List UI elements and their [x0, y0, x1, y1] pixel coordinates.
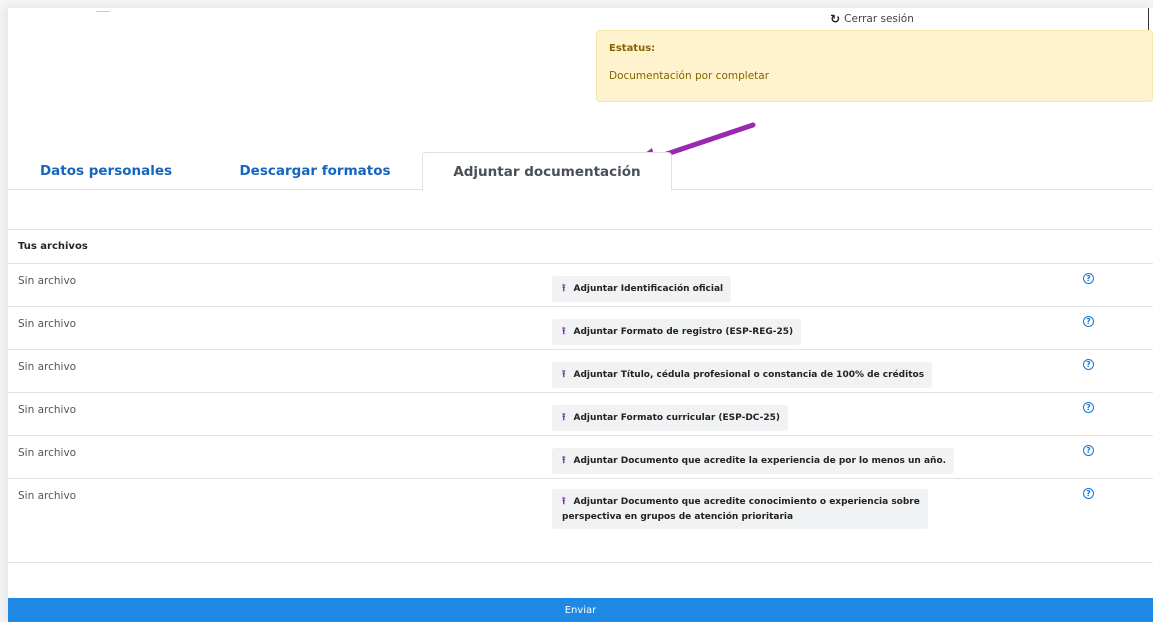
- upload-icon: ⭱: [562, 496, 566, 507]
- attach-button-label: Adjuntar Formato de registro (ESP-REG-25…: [573, 327, 794, 337]
- submit-button[interactable]: Enviar: [8, 598, 1153, 622]
- status-value: Documentación por completar: [609, 70, 770, 82]
- attach-experiencia-button[interactable]: ⭱ Adjuntar Documento que acredite la expe…: [552, 448, 955, 474]
- file-status: Sin archivo: [18, 275, 77, 287]
- logout-icon: ↻: [830, 12, 841, 26]
- help-icon[interactable]: ?: [1083, 488, 1094, 499]
- upload-icon: ⭱: [562, 283, 566, 294]
- page: ↻ Cerrar sesión Estatus: Documentación p…: [8, 8, 1153, 622]
- status-title: Estatus:: [609, 43, 656, 54]
- attach-button-label: Adjuntar Formato curricular (ESP-DC-25): [573, 413, 780, 423]
- table-row: Sin archivo ⭱ Adjuntar Formato de registr…: [8, 307, 1153, 350]
- files-table: Tus archivos Sin archivo ⭱ Adjuntar Ident…: [8, 229, 1153, 563]
- table-row: Sin archivo ⭱ Adjuntar Título, cédula pro…: [8, 350, 1153, 393]
- help-icon[interactable]: ?: [1083, 316, 1094, 327]
- attach-button-label: Adjuntar Documento que acredite conocimi…: [573, 497, 920, 507]
- attach-button-label: Adjuntar Identificación oficial: [573, 284, 724, 294]
- table-row: Sin archivo ⭱ Adjuntar Formato curricular…: [8, 393, 1153, 436]
- status-alert: Estatus: Documentación por completar: [596, 30, 1153, 102]
- file-status: Sin archivo: [18, 318, 77, 330]
- help-icon[interactable]: ?: [1083, 359, 1094, 370]
- help-icon[interactable]: ?: [1083, 273, 1094, 284]
- file-status: Sin archivo: [18, 447, 77, 459]
- upload-icon: ⭱: [562, 455, 566, 466]
- tab-descargar-formatos[interactable]: Descargar formatos: [210, 152, 420, 190]
- attach-perspectiva-button[interactable]: ⭱ Adjuntar Documento que acredite conocim…: [552, 489, 928, 530]
- attach-button-label: Adjuntar Título, cédula profesional o co…: [573, 370, 925, 380]
- tab-label: Datos personales: [39, 163, 173, 179]
- help-icon[interactable]: ?: [1083, 445, 1094, 456]
- attach-formato-registro-button[interactable]: ⭱ Adjuntar Formato de registro (ESP-REG-2…: [552, 319, 802, 345]
- tab-bar: Datos personales Descargar formatos Adju…: [8, 152, 1153, 191]
- header-remnant: [96, 8, 110, 12]
- table-row: Sin archivo ⭱ Adjuntar Documento que acre…: [8, 479, 1153, 563]
- attach-button-label: Adjuntar Documento que acredite la exper…: [573, 456, 947, 466]
- tab-adjuntar-documentacion[interactable]: Adjuntar documentación: [422, 152, 672, 191]
- attach-button-label-line2: perspectiva en grupos de atención priori…: [562, 512, 794, 522]
- table-row: Sin archivo ⭱ Adjuntar Documento que acre…: [8, 436, 1153, 479]
- attach-identificacion-button[interactable]: ⭱ Adjuntar Identificación oficial: [552, 276, 732, 302]
- file-status: Sin archivo: [18, 490, 77, 502]
- file-status: Sin archivo: [18, 361, 77, 373]
- logout-label: Cerrar sesión: [844, 13, 914, 25]
- logout-link[interactable]: ↻ Cerrar sesión: [596, 8, 1149, 30]
- attach-titulo-button[interactable]: ⭱ Adjuntar Título, cédula profesional o c…: [552, 362, 933, 388]
- tab-datos-personales[interactable]: Datos personales: [16, 152, 196, 190]
- upload-icon: ⭱: [562, 326, 566, 337]
- upload-icon: ⭱: [562, 412, 566, 423]
- upload-icon: ⭱: [562, 369, 566, 380]
- files-heading: Tus archivos: [8, 230, 1153, 264]
- attach-formato-curricular-button[interactable]: ⭱ Adjuntar Formato curricular (ESP-DC-25): [552, 405, 788, 431]
- help-icon[interactable]: ?: [1083, 402, 1094, 413]
- file-status: Sin archivo: [18, 404, 77, 416]
- table-row: Sin archivo ⭱ Adjuntar Identificación ofi…: [8, 264, 1153, 307]
- tab-label: Adjuntar documentación: [453, 163, 641, 180]
- tab-label: Descargar formatos: [239, 163, 391, 179]
